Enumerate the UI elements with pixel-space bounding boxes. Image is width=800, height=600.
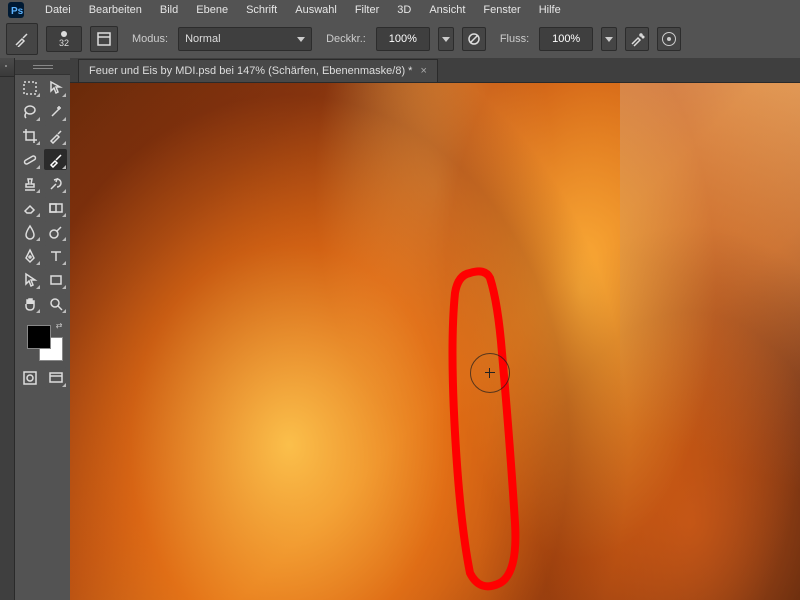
app-logo-icon: Ps	[6, 0, 26, 20]
menu-ansicht[interactable]: Ansicht	[420, 0, 474, 20]
color-swatches[interactable]: ⇄	[23, 321, 63, 361]
collapsed-panel-strip[interactable]	[0, 58, 15, 600]
screenmode-toggle[interactable]	[44, 367, 67, 388]
airbrush-icon	[629, 31, 645, 47]
crosshair-icon	[485, 368, 495, 378]
opacity-input[interactable]: 100%	[376, 27, 430, 51]
opacity-dropdown[interactable]	[438, 27, 454, 51]
main-area: ⇄ Feuer und Eis by MDI.psd bei 147% (Sch…	[0, 58, 800, 600]
tool-lasso[interactable]	[18, 101, 41, 122]
brush-panel-toggle[interactable]	[90, 26, 118, 52]
panel-grip-icon[interactable]	[0, 58, 14, 77]
tool-path-select[interactable]	[18, 269, 41, 290]
flow-label: Fluss:	[500, 33, 529, 45]
tool-type[interactable]	[44, 245, 67, 266]
foreground-color-swatch[interactable]	[27, 325, 51, 349]
tool-blur[interactable]	[18, 221, 41, 242]
svg-text:Ps: Ps	[11, 6, 24, 17]
menu-hilfe[interactable]: Hilfe	[530, 0, 570, 20]
flow-dropdown[interactable]	[601, 27, 617, 51]
brush-cursor	[470, 353, 510, 393]
red-annotation-stroke	[430, 263, 550, 600]
canvas[interactable]	[70, 83, 800, 600]
swap-colors-icon[interactable]: ⇄	[56, 321, 63, 330]
chevron-down-icon	[297, 37, 305, 42]
document-tab-title: Feuer und Eis by MDI.psd bei 147% (Schär…	[89, 65, 412, 77]
chevron-down-icon	[442, 37, 450, 42]
document-tab-strip: Feuer und Eis by MDI.psd bei 147% (Schär…	[70, 58, 800, 83]
tool-preset-picker[interactable]	[6, 23, 38, 55]
tool-pen[interactable]	[18, 245, 41, 266]
menu-filter[interactable]: Filter	[346, 0, 388, 20]
tool-stamp[interactable]	[18, 173, 41, 194]
panel-icon	[96, 31, 112, 47]
tool-eraser[interactable]	[18, 197, 41, 218]
flow-input[interactable]: 100%	[539, 27, 593, 51]
menu-bild[interactable]: Bild	[151, 0, 187, 20]
tool-gradient[interactable]	[44, 197, 67, 218]
options-bar: 32 Modus: Normal Deckkr.: 100% Fluss: 10…	[0, 20, 800, 59]
menu-ebene[interactable]: Ebene	[187, 0, 237, 20]
document-tab[interactable]: Feuer und Eis by MDI.psd bei 147% (Schär…	[78, 59, 438, 82]
tool-marquee[interactable]	[18, 77, 41, 98]
tool-history-brush[interactable]	[44, 173, 67, 194]
mode-label: Modus:	[132, 33, 168, 45]
brush-size-picker[interactable]: 32	[46, 26, 82, 52]
tool-heal[interactable]	[18, 149, 41, 170]
tool-panel: ⇄	[15, 58, 70, 600]
tool-shape[interactable]	[44, 269, 67, 290]
brush-icon	[14, 31, 30, 47]
tool-move[interactable]	[44, 77, 67, 98]
menu-fenster[interactable]: Fenster	[474, 0, 529, 20]
brush-dot-icon	[61, 31, 67, 37]
chevron-down-icon	[605, 37, 613, 42]
tool-panel-grip[interactable]	[15, 60, 70, 75]
pressure-icon	[466, 31, 482, 47]
blend-mode-value: Normal	[185, 33, 220, 45]
menu-3d[interactable]: 3D	[388, 0, 420, 20]
quickmask-toggle[interactable]	[18, 367, 41, 388]
tool-zoom[interactable]	[44, 293, 67, 314]
menu-datei[interactable]: Datei	[36, 0, 80, 20]
target-icon	[662, 32, 676, 46]
tablet-opacity-toggle[interactable]	[462, 27, 486, 51]
tool-wand[interactable]	[44, 101, 67, 122]
tool-hand[interactable]	[18, 293, 41, 314]
tablet-size-toggle[interactable]	[657, 27, 681, 51]
menu-auswahl[interactable]: Auswahl	[286, 0, 346, 20]
tool-brush[interactable]	[44, 149, 67, 170]
menu-bar: Ps Datei Bearbeiten Bild Ebene Schrift A…	[0, 0, 800, 20]
canvas-smoke-overlay	[620, 83, 800, 600]
tool-dodge[interactable]	[44, 221, 67, 242]
document-area: Feuer und Eis by MDI.psd bei 147% (Schär…	[70, 58, 800, 600]
tool-eyedropper[interactable]	[44, 125, 67, 146]
quickmask-icon	[22, 370, 38, 386]
blend-mode-dropdown[interactable]: Normal	[178, 27, 312, 51]
close-tab-icon[interactable]: ×	[420, 65, 426, 77]
airbrush-toggle[interactable]	[625, 27, 649, 51]
menu-bearbeiten[interactable]: Bearbeiten	[80, 0, 151, 20]
tool-crop[interactable]	[18, 125, 41, 146]
brush-size-value: 32	[59, 38, 69, 48]
opacity-label: Deckkr.:	[326, 33, 366, 45]
menu-schrift[interactable]: Schrift	[237, 0, 286, 20]
